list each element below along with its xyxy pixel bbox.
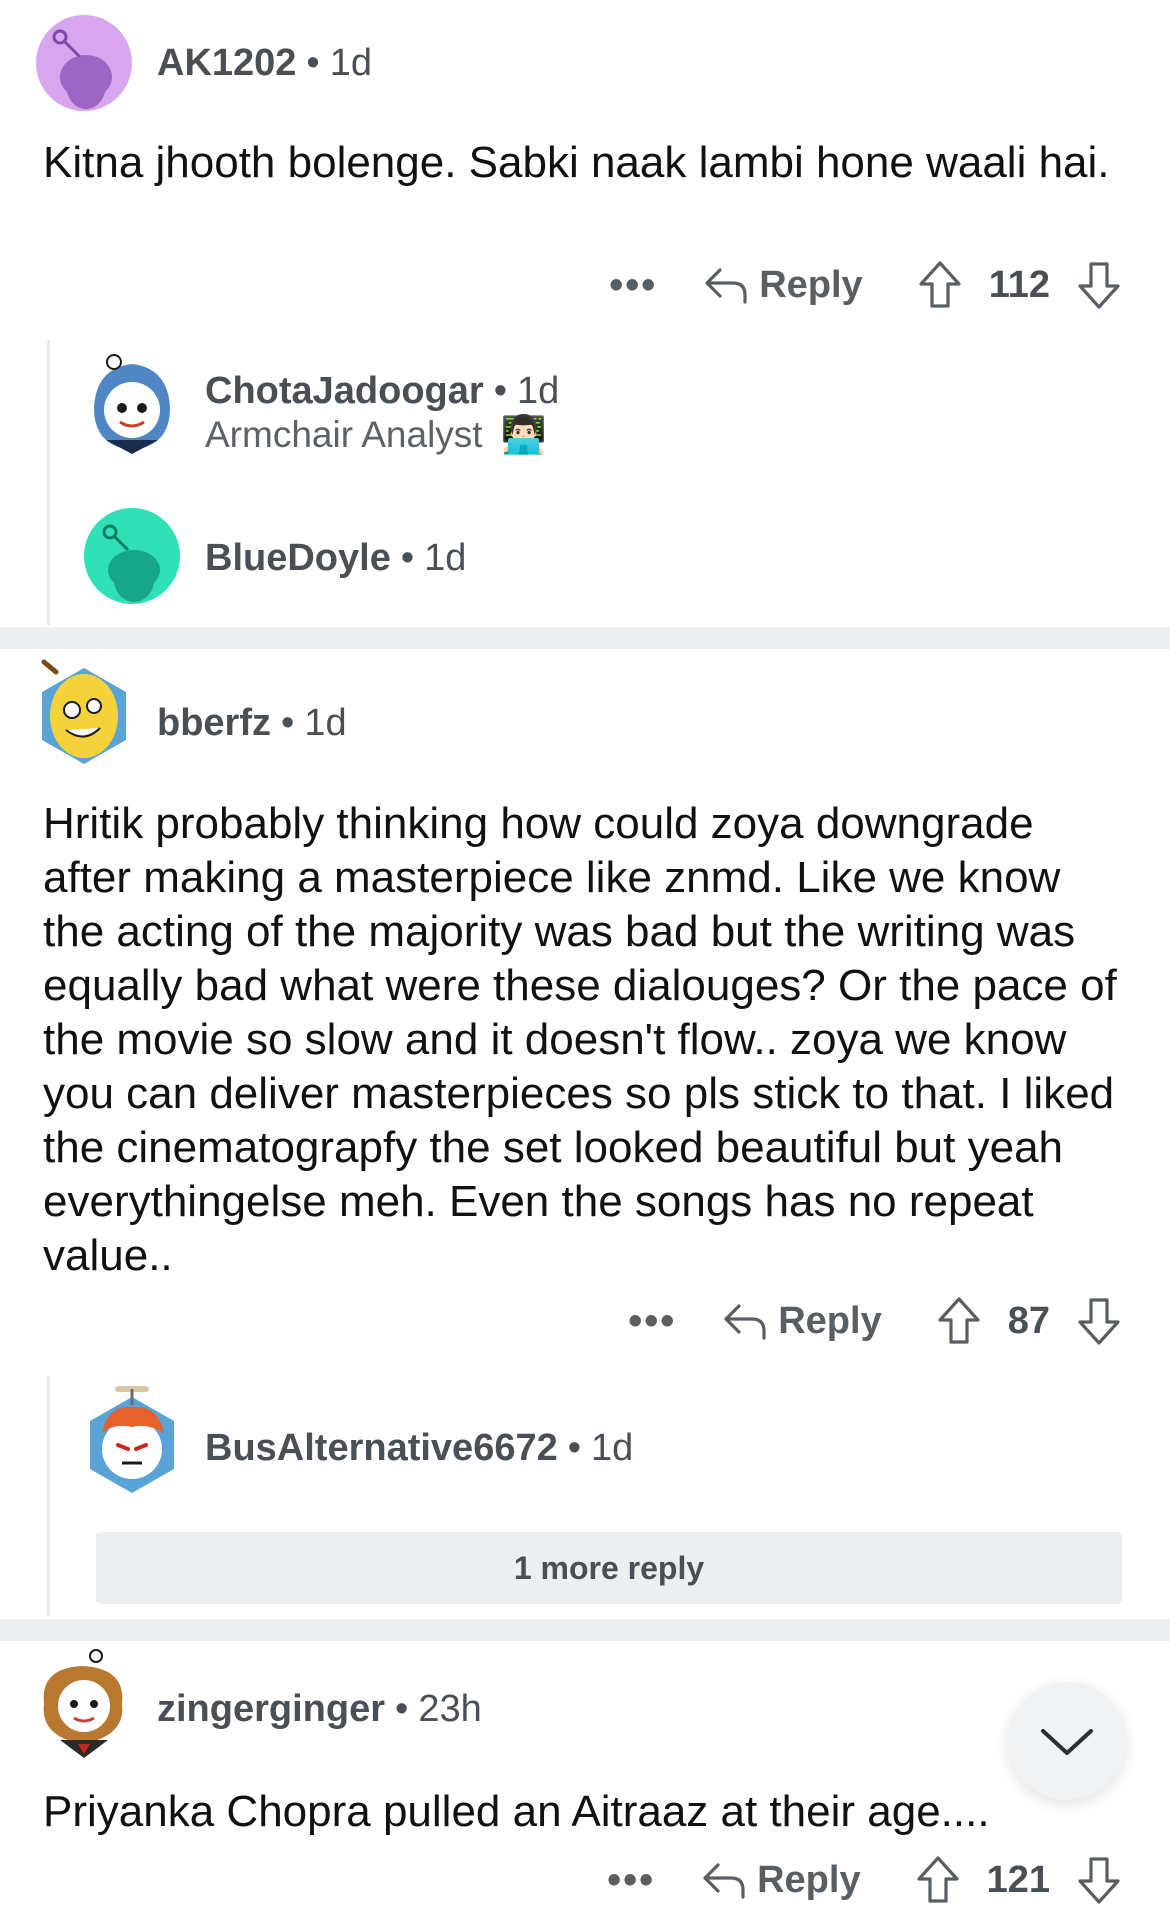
comment-separator (0, 627, 1170, 649)
comment-age: 23h (418, 1688, 482, 1730)
username[interactable]: AK1202 (157, 42, 296, 84)
avatar[interactable] (84, 350, 180, 460)
username[interactable]: BusAlternative6672 (205, 1427, 558, 1469)
reply-arrow-icon (703, 1863, 745, 1899)
comment-age: 1d (304, 702, 347, 744)
meta-dot: • (395, 1688, 409, 1730)
reply-label: Reply (778, 1299, 882, 1342)
comment-age: 1d (517, 370, 560, 412)
next-comment-button[interactable] (1008, 1682, 1126, 1800)
comment-body: Kitna jhooth bolenge. Sabki naak lambi h… (43, 138, 1110, 187)
reply-label: Reply (759, 263, 863, 306)
upvote-arrow-icon (916, 1856, 959, 1903)
user-flair: Armchair Analyst 👨🏻‍💻 (205, 414, 547, 457)
reply-arrow-icon (724, 1304, 766, 1340)
more-replies-button[interactable]: 1 more reply (96, 1532, 1122, 1604)
comment-author[interactable]: zingerginger • 23h (157, 1688, 482, 1731)
comment-actions: ••• Reply 112 (609, 255, 1122, 315)
reply-arrow-icon (705, 268, 747, 304)
vote-count: 87 (1007, 1299, 1050, 1342)
meta-dot: • (567, 1427, 582, 1469)
comment-author[interactable]: bberfz • 1d (157, 702, 347, 745)
username[interactable]: zingerginger (157, 1688, 385, 1730)
meta-dot: • (493, 370, 508, 412)
upvote-button[interactable] (917, 260, 963, 310)
downvote-arrow-icon (1078, 1857, 1120, 1904)
avatar[interactable] (84, 1383, 180, 1495)
comment-body: Hritik probably thinking how could zoya … (43, 799, 1117, 1280)
thread-line[interactable] (47, 340, 50, 625)
avatar[interactable] (30, 1648, 136, 1760)
comment-separator (0, 1619, 1170, 1641)
meta-dot: • (306, 42, 320, 84)
comment-age: 1d (591, 1427, 634, 1469)
comment-author[interactable]: BlueDoyle • 1d (205, 537, 466, 580)
username[interactable]: ChotaJadoogar (205, 370, 484, 412)
upvote-button[interactable] (915, 1855, 961, 1905)
chevron-down-icon (1041, 1729, 1093, 1755)
comment-age: 1d (424, 537, 467, 579)
flair-text: Armchair Analyst (205, 414, 483, 455)
comment-age: 1d (329, 42, 373, 84)
overflow-menu-icon[interactable]: ••• (628, 1301, 676, 1341)
reply-button[interactable]: Reply (703, 263, 863, 307)
downvote-arrow-icon (1078, 262, 1120, 309)
meta-dot: • (281, 702, 295, 744)
upvote-arrow-icon (919, 261, 961, 308)
username[interactable]: bberfz (157, 702, 271, 744)
comment-actions: ••• Reply 87 (628, 1291, 1122, 1351)
comment-author[interactable]: ChotaJadoogar • 1d (205, 370, 559, 413)
vote-count: 121 (986, 1858, 1050, 1901)
reply-label: Reply (757, 1858, 861, 1901)
comment-actions: ••• Reply 121 (607, 1850, 1122, 1910)
avatar[interactable] (36, 15, 132, 111)
downvote-button[interactable] (1076, 1855, 1122, 1905)
avatar[interactable] (84, 508, 180, 604)
downvote-button[interactable] (1076, 260, 1122, 310)
comment-body: Priyanka Chopra pulled an Aitraaz at the… (43, 1787, 990, 1836)
username[interactable]: BlueDoyle (205, 537, 391, 579)
thread-line[interactable] (47, 1376, 50, 1616)
comment-author[interactable]: BusAlternative6672 • 1d (205, 1427, 633, 1470)
meta-dot: • (400, 537, 415, 579)
vote-count: 112 (988, 263, 1050, 306)
downvote-button[interactable] (1076, 1296, 1122, 1346)
flair-emoji-icon: 👨🏻‍💻 (500, 414, 547, 455)
overflow-menu-icon[interactable]: ••• (609, 265, 657, 305)
reply-button[interactable]: Reply (701, 1858, 861, 1902)
reply-button[interactable]: Reply (722, 1299, 882, 1343)
avatar[interactable] (36, 658, 132, 774)
overflow-menu-icon[interactable]: ••• (607, 1860, 655, 1900)
upvote-button[interactable] (936, 1296, 982, 1346)
comment-author[interactable]: AK1202 • 1d (157, 42, 372, 85)
downvote-arrow-icon (1078, 1298, 1120, 1345)
upvote-arrow-icon (938, 1297, 980, 1344)
